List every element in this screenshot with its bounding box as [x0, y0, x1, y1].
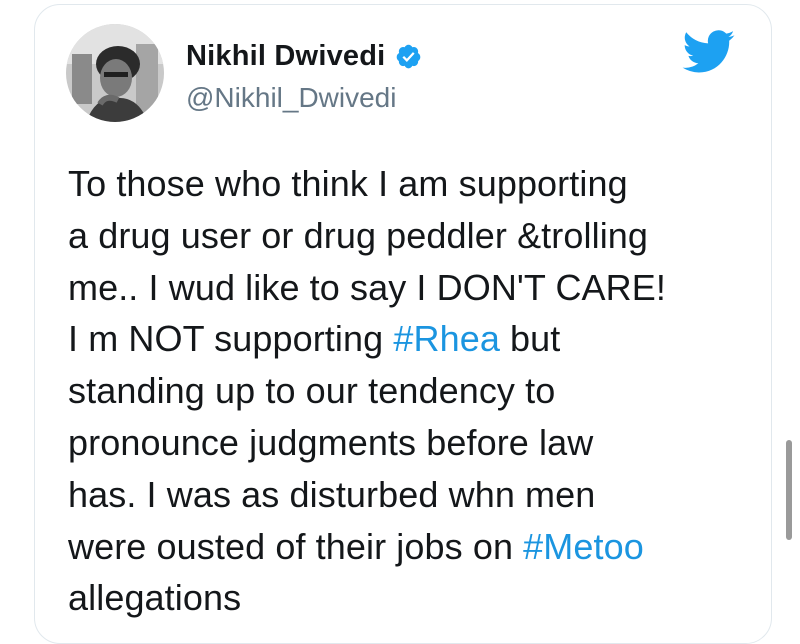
- user-handle[interactable]: @Nikhil_Dwivedi: [186, 82, 396, 114]
- tweet-line: pronounce judgments before law: [68, 417, 768, 469]
- verified-badge-icon: [397, 44, 421, 69]
- tweet-text-segment: I m NOT supporting: [68, 318, 394, 360]
- hashtag-link[interactable]: #Metoo: [523, 526, 644, 567]
- tweet-text-segment: were ousted of their jobs on: [68, 525, 524, 567]
- tweet-line: a drug user or drug peddler &trolling: [68, 210, 768, 262]
- tweet-line: I m NOT supporting #Rhea but: [68, 313, 768, 365]
- tweet-text-segment: has. I was as disturbed whn men: [68, 473, 596, 515]
- tweet-line: To those who think I am supporting: [68, 158, 768, 210]
- twitter-bird-icon[interactable]: [682, 30, 736, 74]
- tweet-text-segment: allegations: [68, 577, 242, 619]
- tweet-line: were ousted of their jobs on #Metoo: [68, 521, 768, 573]
- tweet-text-segment: me.. I wud like to say I DON'T CARE!: [68, 266, 666, 308]
- tweet-line: me.. I wud like to say I DON'T CARE!: [68, 262, 768, 314]
- scrollbar[interactable]: [786, 440, 792, 540]
- display-name[interactable]: Nikhil Dwivedi: [186, 40, 385, 73]
- tweet-line: allegations: [68, 572, 768, 624]
- tweet-line: standing up to our tendency to: [68, 365, 768, 417]
- tweet-text-segment: To those who think I am supporting: [68, 163, 628, 204]
- name-row[interactable]: Nikhil Dwivedi: [186, 40, 422, 73]
- tweet-line: has. I was as disturbed whn men: [68, 469, 768, 521]
- tweet-text-segment: but: [499, 318, 561, 360]
- tweet-text-segment: a drug user or drug peddler &trolling: [68, 214, 649, 256]
- tweet-text-segment: pronounce judgments before law: [68, 421, 594, 463]
- hashtag-link[interactable]: #Rhea: [393, 318, 500, 359]
- tweet-text-segment: standing up to our tendency to: [68, 370, 556, 412]
- tweet-text: To those who think I am supporting a drug…: [68, 158, 768, 624]
- avatar[interactable]: [66, 24, 164, 122]
